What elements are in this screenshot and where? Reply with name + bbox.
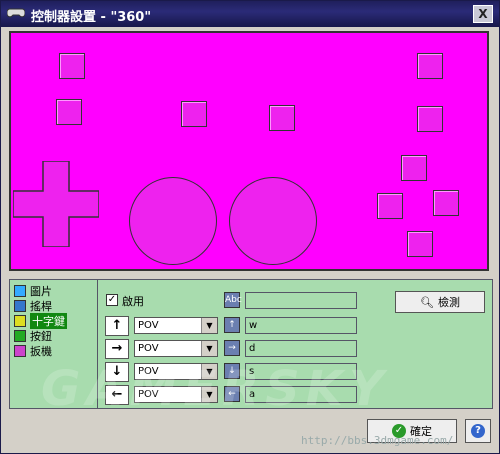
tree-item-buttons[interactable]: 按鈕 [14, 329, 52, 343]
name-field[interactable] [245, 292, 357, 309]
chevron-down-icon: ▼ [201, 341, 217, 356]
button-icon [14, 330, 26, 342]
controller-settings-window: 控制器設置 - "360" X 圖片 搖桿 十字鍵 按鈕 扳機 ✓ 啟用 Abc… [0, 0, 500, 454]
title-bar[interactable]: 控制器設置 - "360" X [1, 1, 499, 27]
picture-icon [14, 285, 26, 297]
trigger-icon [14, 345, 26, 357]
tree-item-label: 扳機 [30, 345, 52, 358]
controller-preview [9, 31, 489, 271]
direction-right-source-select[interactable]: POV ▼ [134, 340, 218, 357]
preview-left-stick[interactable] [129, 177, 217, 265]
arrow-right-icon: → [224, 340, 240, 356]
chevron-down-icon: ▼ [201, 318, 217, 333]
tree-item-label: 按鈕 [30, 330, 52, 343]
help-icon: ? [471, 424, 485, 438]
preview-face-button-bottom[interactable] [407, 231, 433, 257]
direction-up-button[interactable]: ↑ [105, 316, 129, 336]
preview-right-stick[interactable] [229, 177, 317, 265]
direction-up-source-select[interactable]: POV ▼ [134, 317, 218, 334]
arrow-up-icon: ↑ [224, 317, 240, 333]
preview-face-button-left[interactable] [377, 193, 403, 219]
preview-face-button-top[interactable] [401, 155, 427, 181]
gamepad-icon [7, 8, 25, 18]
tree-item-picture[interactable]: 圖片 [14, 284, 52, 298]
window-title: 控制器設置 - "360" [31, 10, 152, 25]
tree-item-trigger[interactable]: 扳機 [14, 344, 52, 358]
tree-item-label: 十字鍵 [30, 313, 67, 329]
select-value: POV [138, 343, 159, 354]
direction-right-button[interactable]: → [105, 339, 129, 359]
help-button[interactable]: ? [465, 419, 491, 443]
preview-dpad[interactable] [13, 161, 99, 247]
select-value: POV [138, 320, 159, 331]
preview-face-button-right[interactable] [433, 190, 459, 216]
tree-item-label: 搖桿 [30, 300, 52, 313]
direction-up-key-field[interactable]: w [245, 317, 357, 334]
preview-button-right-shoulder[interactable] [417, 106, 443, 132]
tree-item-joystick[interactable]: 搖桿 [14, 299, 52, 313]
text-label-icon: Abc [224, 292, 242, 308]
preview-button-center-left[interactable] [181, 101, 207, 127]
magnifier-icon: 🔍︎ [420, 295, 434, 309]
watermark: GAMERSKY [41, 361, 390, 417]
tree-item-label: 圖片 [30, 285, 52, 298]
dpad-icon [14, 315, 26, 327]
preview-button-top-left[interactable] [59, 53, 85, 79]
direction-right-key-field[interactable]: d [245, 340, 357, 357]
joystick-icon [14, 300, 26, 312]
preview-button-center-right[interactable] [269, 105, 295, 131]
enable-label: 啟用 [122, 295, 144, 308]
tree-item-dpad[interactable]: 十字鍵 [14, 313, 67, 329]
detect-button-label: 檢測 [437, 296, 460, 309]
preview-button-left-shoulder[interactable] [56, 99, 82, 125]
close-button[interactable]: X [473, 5, 493, 23]
detect-button[interactable]: 🔍︎ 檢測 [395, 291, 485, 313]
source-url: http://bbs.3dmgame.com/ [301, 434, 454, 447]
preview-button-top-right[interactable] [417, 53, 443, 79]
enable-checkbox[interactable]: ✓ [106, 294, 118, 306]
